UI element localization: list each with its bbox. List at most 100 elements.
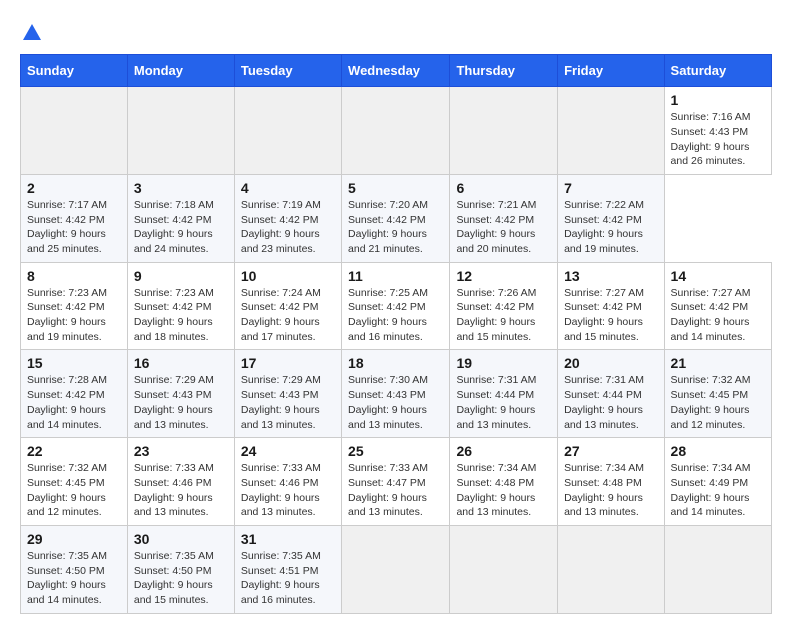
day-info: Sunrise: 7:33 AMSunset: 4:47 PMDaylight:… xyxy=(348,461,443,520)
page-header xyxy=(20,20,772,44)
day-number: 2 xyxy=(27,180,121,196)
day-number: 19 xyxy=(456,355,551,371)
calendar-cell: 27 Sunrise: 7:34 AMSunset: 4:48 PMDayligh… xyxy=(558,438,664,526)
calendar-cell xyxy=(664,525,771,613)
day-number: 21 xyxy=(671,355,765,371)
calendar-cell: 3 Sunrise: 7:18 AMSunset: 4:42 PMDaylight… xyxy=(127,174,234,262)
day-info: Sunrise: 7:35 AMSunset: 4:50 PMDaylight:… xyxy=(27,549,121,608)
calendar-cell xyxy=(342,87,450,175)
day-number: 26 xyxy=(456,443,551,459)
col-header-wednesday: Wednesday xyxy=(342,55,450,87)
day-info: Sunrise: 7:18 AMSunset: 4:42 PMDaylight:… xyxy=(134,198,228,257)
day-info: Sunrise: 7:32 AMSunset: 4:45 PMDaylight:… xyxy=(27,461,121,520)
day-number: 16 xyxy=(134,355,228,371)
day-number: 3 xyxy=(134,180,228,196)
day-number: 4 xyxy=(241,180,335,196)
logo-text xyxy=(20,20,44,44)
day-info: Sunrise: 7:20 AMSunset: 4:42 PMDaylight:… xyxy=(348,198,443,257)
calendar-cell: 31 Sunrise: 7:35 AMSunset: 4:51 PMDayligh… xyxy=(234,525,341,613)
day-number: 28 xyxy=(671,443,765,459)
calendar-cell: 16Sunrise: 7:29 AMSunset: 4:43 PMDayligh… xyxy=(127,350,234,438)
day-number: 8 xyxy=(27,268,121,284)
calendar-cell xyxy=(127,87,234,175)
col-header-tuesday: Tuesday xyxy=(234,55,341,87)
calendar-cell xyxy=(342,525,450,613)
day-number: 27 xyxy=(564,443,657,459)
calendar-cell: 28 Sunrise: 7:34 AMSunset: 4:49 PMDayligh… xyxy=(664,438,771,526)
day-number: 23 xyxy=(134,443,228,459)
calendar-cell: 12Sunrise: 7:26 AMSunset: 4:42 PMDayligh… xyxy=(450,262,558,350)
calendar-header-row: SundayMondayTuesdayWednesdayThursdayFrid… xyxy=(21,55,772,87)
day-info: Sunrise: 7:27 AMSunset: 4:42 PMDaylight:… xyxy=(564,286,657,345)
calendar-cell: 14Sunrise: 7:27 AMSunset: 4:42 PMDayligh… xyxy=(664,262,771,350)
day-info: Sunrise: 7:34 AMSunset: 4:49 PMDaylight:… xyxy=(671,461,765,520)
calendar-table: SundayMondayTuesdayWednesdayThursdayFrid… xyxy=(20,54,772,614)
calendar-cell xyxy=(21,87,128,175)
day-info: Sunrise: 7:23 AMSunset: 4:42 PMDaylight:… xyxy=(27,286,121,345)
calendar-week-2: 2 Sunrise: 7:17 AMSunset: 4:42 PMDaylight… xyxy=(21,174,772,262)
day-info: Sunrise: 7:21 AMSunset: 4:42 PMDaylight:… xyxy=(456,198,551,257)
day-info: Sunrise: 7:33 AMSunset: 4:46 PMDaylight:… xyxy=(241,461,335,520)
calendar-cell: 23 Sunrise: 7:33 AMSunset: 4:46 PMDayligh… xyxy=(127,438,234,526)
day-info: Sunrise: 7:34 AMSunset: 4:48 PMDaylight:… xyxy=(456,461,551,520)
calendar-cell: 9 Sunrise: 7:23 AMSunset: 4:42 PMDaylight… xyxy=(127,262,234,350)
calendar-cell: 18Sunrise: 7:30 AMSunset: 4:43 PMDayligh… xyxy=(342,350,450,438)
calendar-cell: 29 Sunrise: 7:35 AMSunset: 4:50 PMDayligh… xyxy=(21,525,128,613)
calendar-cell: 5 Sunrise: 7:20 AMSunset: 4:42 PMDaylight… xyxy=(342,174,450,262)
day-info: Sunrise: 7:30 AMSunset: 4:43 PMDaylight:… xyxy=(348,373,443,432)
day-number: 6 xyxy=(456,180,551,196)
day-number: 10 xyxy=(241,268,335,284)
calendar-cell: 24 Sunrise: 7:33 AMSunset: 4:46 PMDayligh… xyxy=(234,438,341,526)
day-info: Sunrise: 7:35 AMSunset: 4:51 PMDaylight:… xyxy=(241,549,335,608)
calendar-cell: 10Sunrise: 7:24 AMSunset: 4:42 PMDayligh… xyxy=(234,262,341,350)
day-number: 15 xyxy=(27,355,121,371)
calendar-cell xyxy=(558,87,664,175)
day-info: Sunrise: 7:27 AMSunset: 4:42 PMDaylight:… xyxy=(671,286,765,345)
calendar-cell xyxy=(450,87,558,175)
day-number: 25 xyxy=(348,443,443,459)
calendar-cell: 19 Sunrise: 7:31 AMSunset: 4:44 PMDayligh… xyxy=(450,350,558,438)
col-header-monday: Monday xyxy=(127,55,234,87)
day-number: 12 xyxy=(456,268,551,284)
calendar-cell xyxy=(450,525,558,613)
day-number: 13 xyxy=(564,268,657,284)
day-info: Sunrise: 7:35 AMSunset: 4:50 PMDaylight:… xyxy=(134,549,228,608)
day-number: 5 xyxy=(348,180,443,196)
calendar-cell: 1Sunrise: 7:16 AMSunset: 4:43 PMDaylight… xyxy=(664,87,771,175)
calendar-body: 1Sunrise: 7:16 AMSunset: 4:43 PMDaylight… xyxy=(21,87,772,614)
col-header-friday: Friday xyxy=(558,55,664,87)
logo xyxy=(20,20,44,44)
day-info: Sunrise: 7:31 AMSunset: 4:44 PMDaylight:… xyxy=(456,373,551,432)
col-header-saturday: Saturday xyxy=(664,55,771,87)
calendar-cell xyxy=(558,525,664,613)
day-info: Sunrise: 7:33 AMSunset: 4:46 PMDaylight:… xyxy=(134,461,228,520)
day-number: 11 xyxy=(348,268,443,284)
calendar-cell: 22Sunrise: 7:32 AMSunset: 4:45 PMDayligh… xyxy=(21,438,128,526)
calendar-cell xyxy=(234,87,341,175)
day-info: Sunrise: 7:22 AMSunset: 4:42 PMDaylight:… xyxy=(564,198,657,257)
day-info: Sunrise: 7:32 AMSunset: 4:45 PMDaylight:… xyxy=(671,373,765,432)
day-number: 29 xyxy=(27,531,121,547)
calendar-week-5: 22Sunrise: 7:32 AMSunset: 4:45 PMDayligh… xyxy=(21,438,772,526)
calendar-cell: 21 Sunrise: 7:32 AMSunset: 4:45 PMDayligh… xyxy=(664,350,771,438)
calendar-cell: 30 Sunrise: 7:35 AMSunset: 4:50 PMDayligh… xyxy=(127,525,234,613)
day-info: Sunrise: 7:25 AMSunset: 4:42 PMDaylight:… xyxy=(348,286,443,345)
day-number: 31 xyxy=(241,531,335,547)
logo-icon xyxy=(21,22,43,44)
day-number: 7 xyxy=(564,180,657,196)
day-number: 17 xyxy=(241,355,335,371)
calendar-cell: 11 Sunrise: 7:25 AMSunset: 4:42 PMDayligh… xyxy=(342,262,450,350)
day-info: Sunrise: 7:28 AMSunset: 4:42 PMDaylight:… xyxy=(27,373,121,432)
col-header-sunday: Sunday xyxy=(21,55,128,87)
day-number: 30 xyxy=(134,531,228,547)
day-info: Sunrise: 7:34 AMSunset: 4:48 PMDaylight:… xyxy=(564,461,657,520)
calendar-cell: 7 Sunrise: 7:22 AMSunset: 4:42 PMDaylight… xyxy=(558,174,664,262)
calendar-cell: 17Sunrise: 7:29 AMSunset: 4:43 PMDayligh… xyxy=(234,350,341,438)
day-info: Sunrise: 7:23 AMSunset: 4:42 PMDaylight:… xyxy=(134,286,228,345)
calendar-week-1: 1Sunrise: 7:16 AMSunset: 4:43 PMDaylight… xyxy=(21,87,772,175)
day-number: 24 xyxy=(241,443,335,459)
calendar-cell: 2 Sunrise: 7:17 AMSunset: 4:42 PMDaylight… xyxy=(21,174,128,262)
day-number: 9 xyxy=(134,268,228,284)
calendar-cell: 20Sunrise: 7:31 AMSunset: 4:44 PMDayligh… xyxy=(558,350,664,438)
day-info: Sunrise: 7:17 AMSunset: 4:42 PMDaylight:… xyxy=(27,198,121,257)
